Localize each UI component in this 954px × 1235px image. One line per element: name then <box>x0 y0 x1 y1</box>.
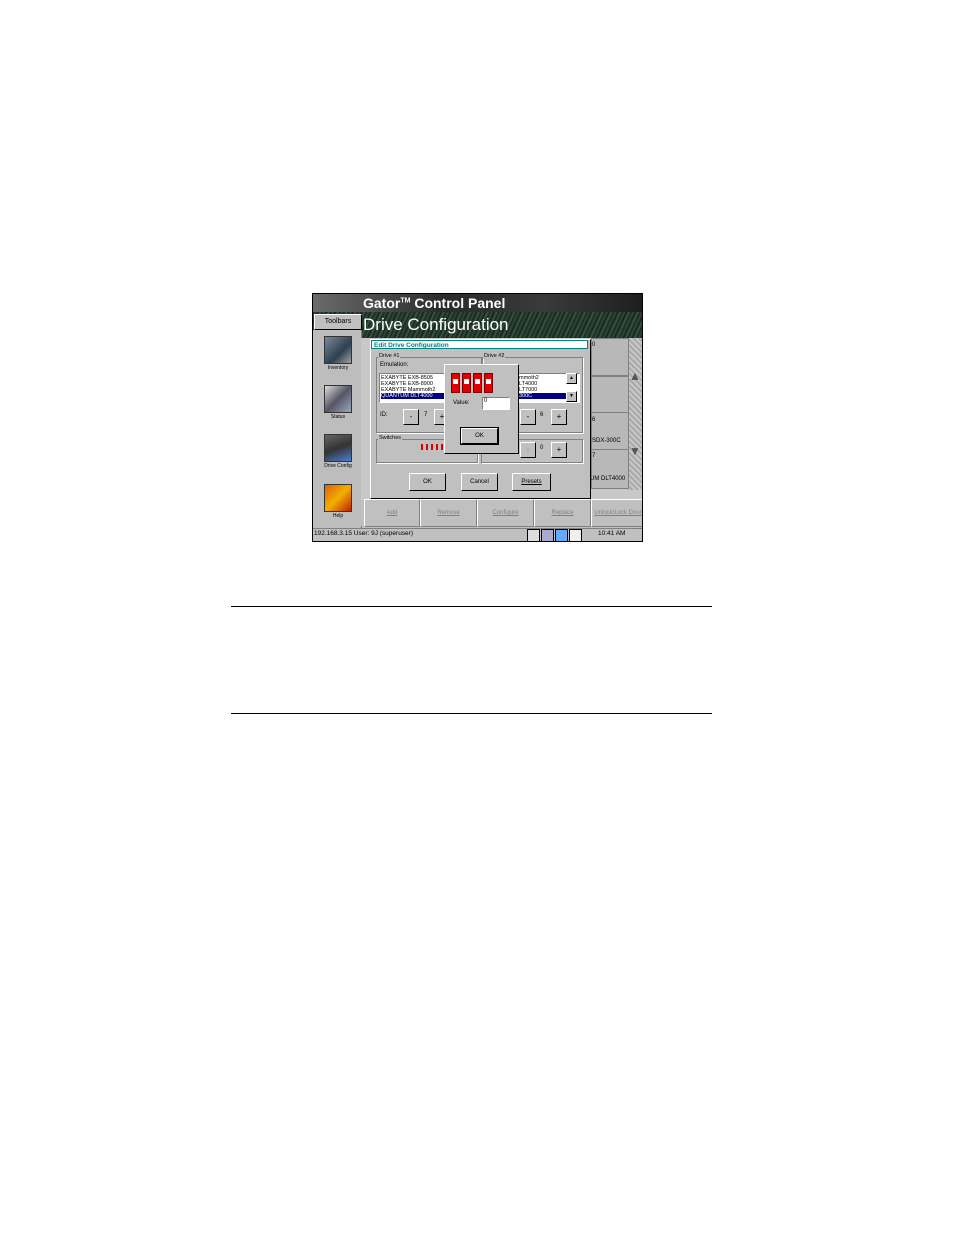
slot-6-name: SDX-300C <box>592 438 621 444</box>
ok-button[interactable]: OK <box>409 473 446 491</box>
value-input[interactable]: 0 <box>482 397 510 410</box>
page-title: Drive Configuration <box>363 315 509 334</box>
drive1-label: Drive #1 <box>378 353 401 359</box>
left-toolbar: Inventory Status Drive Config Help <box>313 330 362 528</box>
slot-0[interactable] <box>591 338 629 376</box>
switch-mini[interactable] <box>441 444 443 450</box>
system-tray <box>527 529 642 541</box>
switch-mini[interactable] <box>436 444 438 450</box>
drive2-id-increment-button[interactable]: + <box>551 409 567 425</box>
tray-network-icon[interactable] <box>541 529 554 541</box>
dip-switch[interactable] <box>451 373 460 393</box>
dialog-title: Edit Drive Configuration <box>371 340 588 349</box>
configure-button[interactable]: Configure <box>477 499 534 527</box>
replace-button[interactable]: Replace <box>534 499 591 527</box>
scroll-up-arrow-icon[interactable]: ▲ <box>566 373 577 384</box>
drive2-label: Drive #2 <box>483 353 506 359</box>
scroll-rail[interactable] <box>627 338 642 490</box>
popup-ok-button[interactable]: OK <box>461 428 498 444</box>
switch2-decrement-button[interactable]: - <box>520 442 536 458</box>
switch2-increment-button[interactable]: + <box>551 442 567 458</box>
toolbar-item-inventory[interactable]: Inventory <box>319 332 357 376</box>
emulation-label: Emulation: <box>380 362 409 368</box>
value-label: Value: <box>453 400 470 406</box>
switch-mini[interactable] <box>426 444 428 450</box>
drive1-emulation-list[interactable]: EXABYTE EXB-8505 EXABYTE EXB-8900 EXABYT… <box>379 373 450 403</box>
switch2-value: 0 <box>540 445 544 451</box>
slot-6[interactable] <box>591 412 629 450</box>
unlock-door-button[interactable]: Unlock/Lock Door <box>591 499 642 527</box>
divider-top <box>231 606 712 607</box>
app-screenshot: GatorTM Control Panel Drive Configuratio… <box>312 293 643 542</box>
remove-button[interactable]: Remove <box>420 499 477 527</box>
toolbars-button[interactable]: Toolbars <box>314 314 362 330</box>
status-icon <box>324 385 352 413</box>
scroll-down-arrow-icon[interactable]: ▼ <box>566 391 577 402</box>
clock: 10:41 AM <box>598 530 626 537</box>
drive1-id-value: 7 <box>424 412 428 418</box>
slot-0-number: 0 <box>592 342 596 348</box>
tray-printer-icon[interactable] <box>569 529 582 541</box>
slot-6-number: 6 <box>592 417 596 423</box>
drive-config-icon <box>324 434 352 462</box>
cancel-button[interactable]: Cancel <box>461 473 498 491</box>
app-title: GatorTM Control Panel <box>363 295 506 311</box>
slot-1[interactable] <box>591 376 629 414</box>
dip-switch[interactable] <box>462 373 471 393</box>
tray-drive-icon[interactable] <box>555 529 568 541</box>
scroll-up-icon[interactable]: ▲ <box>629 369 641 383</box>
inventory-icon <box>324 336 352 364</box>
slot-7[interactable] <box>591 449 629 489</box>
drive2-id-decrement-button[interactable]: - <box>520 409 536 425</box>
presets-button[interactable]: Presets <box>512 473 551 491</box>
toolbar-item-drive-config[interactable]: Drive Config <box>319 430 357 474</box>
drive1-id-decrement-button[interactable]: - <box>403 409 419 425</box>
toolbar-item-status[interactable]: Status <box>319 381 357 425</box>
tray-pen-icon[interactable] <box>527 529 540 541</box>
add-button[interactable]: Add <box>364 499 420 527</box>
slot-7-name: UM DLT4000 <box>590 476 626 482</box>
list-item-selected[interactable]: QUANTUM DLT4000 <box>381 393 447 399</box>
status-text: 192.168.3.15 User: 9J (superuser) <box>314 530 413 537</box>
slot-7-number: 7 <box>592 453 596 459</box>
divider-bottom <box>231 713 712 714</box>
dip-switch[interactable] <box>473 373 482 393</box>
scroll-down-icon[interactable]: ▼ <box>629 444 641 458</box>
help-icon <box>324 484 352 512</box>
toolbar-item-help[interactable]: Help <box>319 480 357 524</box>
drive2-id-value: 6 <box>540 412 544 418</box>
switches-label: Switches <box>378 435 403 441</box>
list-item-selected[interactable]: 300C <box>519 393 569 399</box>
id-label: ID: <box>380 412 388 418</box>
switch-mini[interactable] <box>421 444 423 450</box>
switch-mini[interactable] <box>431 444 433 450</box>
dip-switch[interactable] <box>484 373 493 393</box>
